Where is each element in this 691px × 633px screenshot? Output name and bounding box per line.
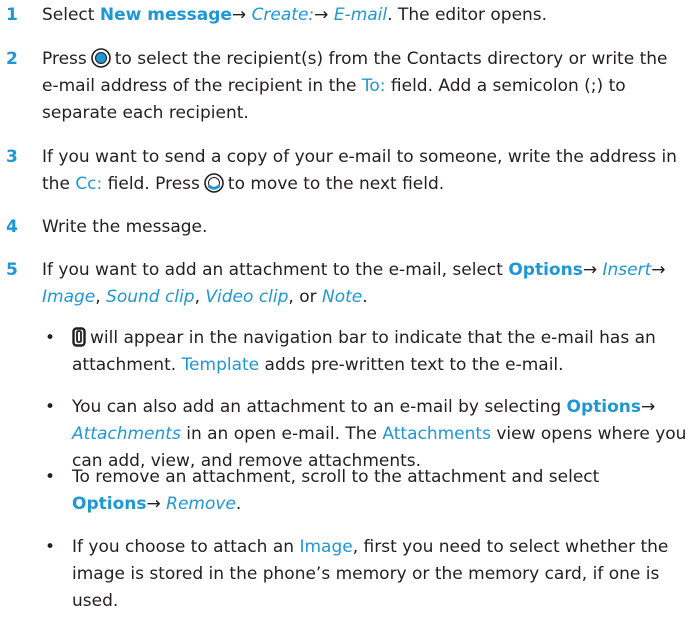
text-run: .: [362, 287, 368, 307]
bullet-text: If you choose to attach an Image, first …: [72, 534, 687, 615]
text-run: adds pre-written text to the e-mail.: [259, 355, 564, 375]
arrow-glyph: →: [231, 5, 252, 25]
text-run: in an open e-mail. The: [180, 424, 383, 444]
attachments-command: Attachments: [72, 424, 181, 444]
cc-field-label: Cc:: [75, 174, 103, 194]
text-run: .: [235, 494, 242, 514]
step-text: If you want to add an attachment to the …: [42, 257, 687, 311]
note-command: Note: [322, 287, 363, 307]
text-run: . The editor opens.: [387, 5, 548, 25]
to-field-label: To:: [361, 76, 386, 96]
video-clip-command: Video clip: [205, 287, 289, 307]
text-run: Select: [42, 5, 100, 25]
bullet-text: will appear in the navigation bar to ind…: [72, 325, 687, 379]
step-text: Write the message.: [42, 217, 208, 237]
options-command: Options: [508, 260, 583, 280]
joystick-press-icon: [90, 48, 111, 68]
text-run: ,: [194, 287, 206, 307]
options-command: Options: [566, 397, 642, 417]
text-run: To remove an attachment, scroll to the a…: [72, 467, 600, 487]
manual-page: 1 Select New message→ Create:→ E-mail. T…: [0, 0, 691, 633]
bullet-dot: •: [45, 397, 56, 417]
sound-clip-command: Sound clip: [106, 287, 195, 307]
create-command: Create:: [251, 5, 315, 25]
text-run: , or: [288, 287, 323, 307]
arrow-glyph: →: [641, 397, 656, 417]
insert-command: Insert: [602, 260, 652, 280]
text-run: field. Press: [102, 174, 200, 194]
text-run: If you want to add an attachment to the …: [42, 260, 509, 280]
bullet-text: You can also add an attachment to an e-m…: [72, 394, 687, 475]
step-number: 5: [6, 260, 18, 280]
paperclip-icon: [72, 327, 86, 347]
text-run: If you choose to attach an: [72, 537, 300, 557]
bullet-text: To remove an attachment, scroll to the a…: [72, 464, 687, 518]
step-number: 3: [6, 147, 18, 167]
step-text: Select New message→ Create:→ E-mail. The…: [42, 2, 687, 29]
remove-command: Remove: [166, 494, 236, 514]
options-command: Options: [72, 494, 147, 514]
step-number: 4: [6, 217, 18, 237]
arrow-glyph: →: [146, 494, 167, 514]
step-number: 1: [6, 5, 18, 25]
text-run: You can also add an attachment to an e-m…: [72, 397, 567, 417]
new-message-command: New message: [99, 5, 232, 25]
step-text: If you want to send a copy of your e-mai…: [42, 144, 687, 198]
joystick-down-icon: [204, 173, 224, 193]
text-run: to move to the next field.: [227, 174, 445, 194]
step-number: 2: [6, 49, 18, 69]
bullet-dot: •: [45, 328, 56, 348]
bullet-dot: •: [45, 537, 56, 557]
text-run: Press: [42, 49, 87, 69]
text-run: ,: [95, 287, 107, 307]
bullet-dot: •: [45, 467, 56, 487]
arrow-glyph: →: [582, 260, 603, 280]
step-text: Press to select the recipient(s) from the…: [42, 46, 687, 127]
image-command: Image: [42, 287, 96, 307]
arrow-glyph: →: [651, 260, 666, 280]
attachments-view-label: Attachments: [382, 424, 491, 444]
arrow-glyph: →: [314, 5, 334, 25]
image-label: Image: [299, 537, 353, 557]
email-command: E-mail: [333, 5, 388, 25]
template-label: Template: [181, 355, 260, 375]
